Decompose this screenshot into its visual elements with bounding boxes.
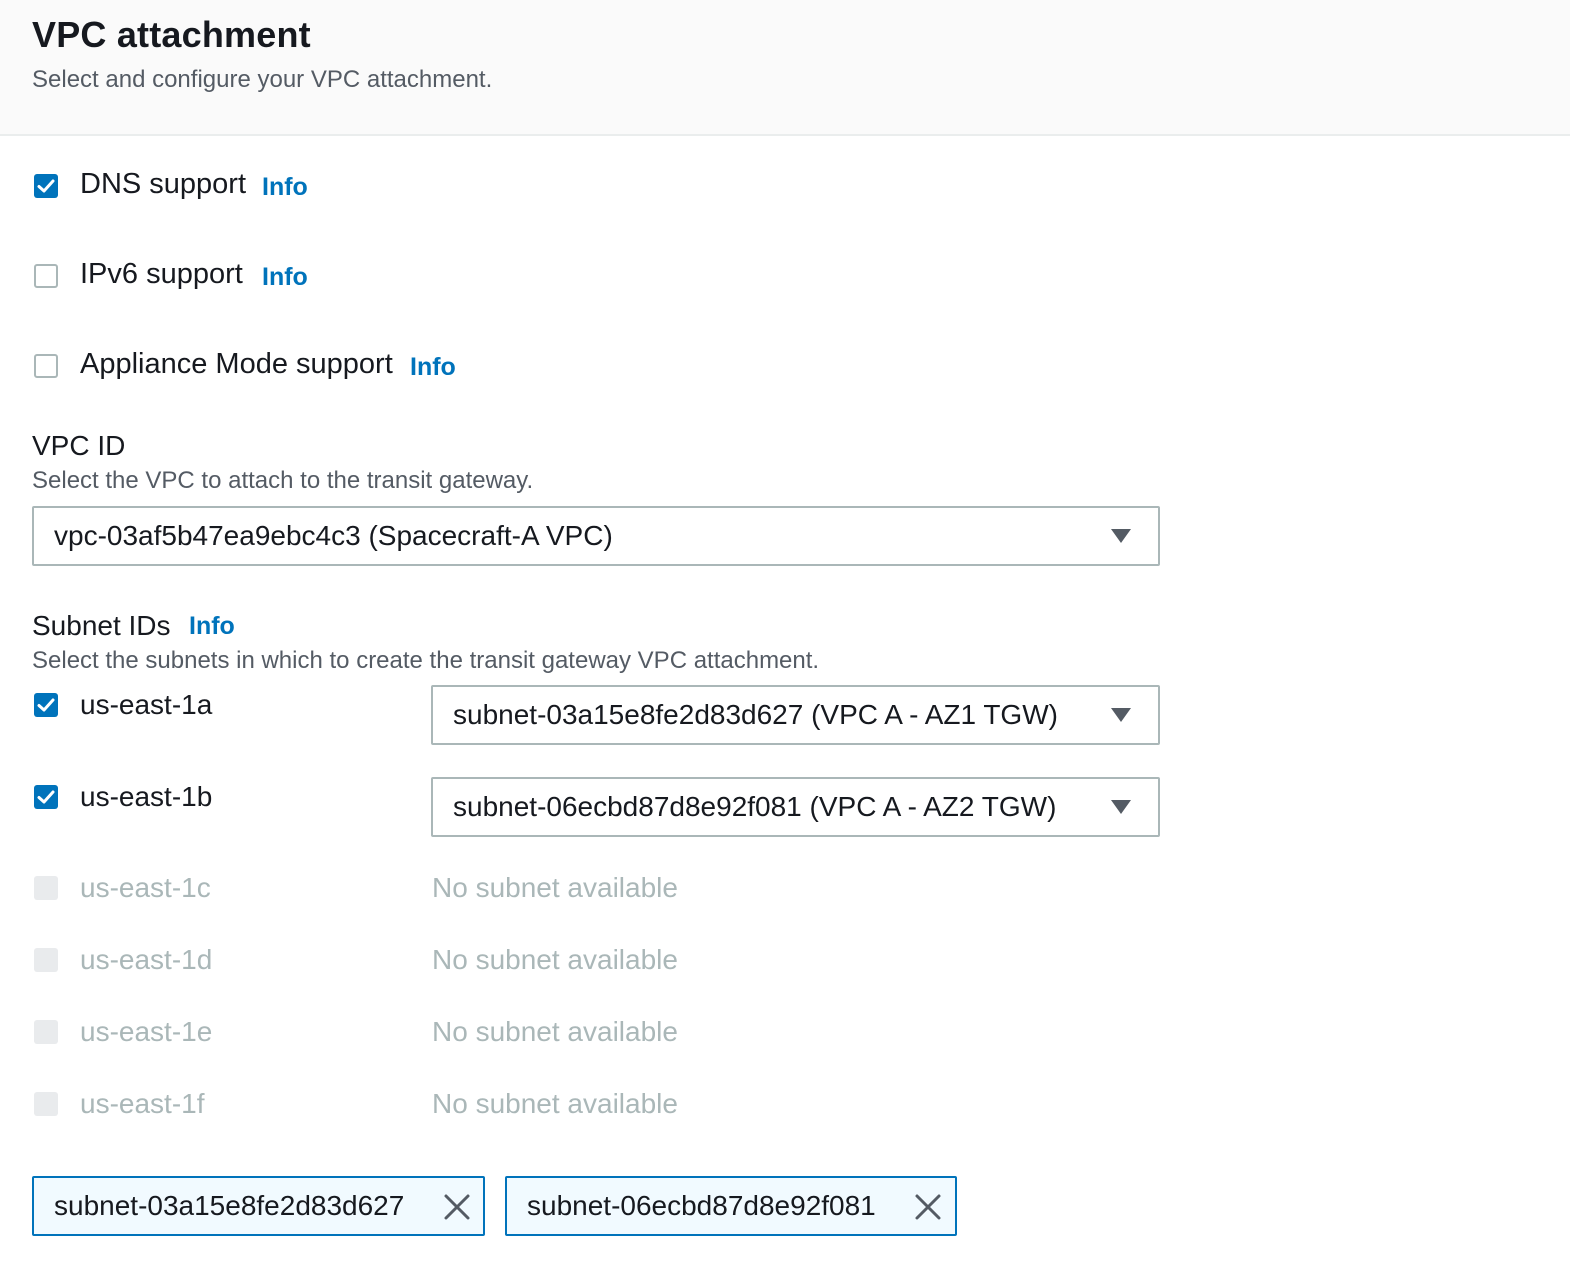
appliance-mode-info-link[interactable]: Info (410, 353, 456, 382)
subnet-select-us-east-1a[interactable]: subnet-03a15e8fe2d83d627 (VPC A - AZ1 TG… (431, 685, 1160, 745)
az-label-us-east-1d: us-east-1d (80, 944, 213, 975)
subnet-ids-description: Select the subnets in which to create th… (32, 647, 820, 674)
az-checkbox-us-east-1f (34, 1092, 58, 1116)
az-label-us-east-1a[interactable]: us-east-1a (80, 689, 212, 721)
vpc-id-select-value: vpc-03af5b47ea9ebc4c3 (Spacecraft-A VPC) (54, 520, 613, 551)
close-icon[interactable] (442, 1192, 472, 1222)
subnet-select-value: subnet-03a15e8fe2d83d627 (VPC A - AZ1 TG… (453, 699, 1058, 730)
subnet-ids-label: Subnet IDs (32, 610, 171, 641)
subnet-ids-info-link[interactable]: Info (189, 612, 235, 641)
no-subnet-text-us-east-1d: No subnet available (432, 944, 678, 975)
no-subnet-text-us-east-1e: No subnet available (432, 1016, 678, 1047)
vpc-id-label: VPC ID (32, 430, 126, 461)
checkmark-icon (37, 698, 55, 712)
appliance-mode-checkbox[interactable] (34, 354, 58, 378)
subnet-select-value: subnet-06ecbd87d8e92f081 (VPC A - AZ2 TG… (453, 791, 1057, 822)
caret-down-icon (1111, 708, 1131, 722)
checkmark-icon (37, 179, 55, 193)
no-subnet-text-us-east-1c: No subnet available (432, 872, 678, 903)
section-header: VPC attachment Select and configure your… (0, 0, 1570, 136)
caret-down-icon (1111, 800, 1131, 814)
az-checkbox-us-east-1a[interactable] (34, 693, 58, 717)
az-label-us-east-1f: us-east-1f (80, 1088, 205, 1119)
vpc-id-description: Select the VPC to attach to the transit … (32, 467, 534, 494)
section-title: VPC attachment (32, 14, 311, 55)
subnet-select-us-east-1b[interactable]: subnet-06ecbd87d8e92f081 (VPC A - AZ2 TG… (431, 777, 1160, 837)
az-checkbox-us-east-1e (34, 1020, 58, 1044)
no-subnet-text-us-east-1f: No subnet available (432, 1088, 678, 1119)
dns-support-label[interactable]: DNS support (80, 168, 246, 201)
dns-support-checkbox[interactable] (34, 174, 58, 198)
az-checkbox-us-east-1b[interactable] (34, 785, 58, 809)
subnet-token-label: subnet-03a15e8fe2d83d627 (54, 1190, 405, 1221)
ipv6-support-checkbox[interactable] (34, 264, 58, 288)
vpc-id-select[interactable]: vpc-03af5b47ea9ebc4c3 (Spacecraft-A VPC) (32, 506, 1160, 566)
az-checkbox-us-east-1d (34, 948, 58, 972)
ipv6-support-label[interactable]: IPv6 support (80, 258, 243, 291)
subnet-token-label: subnet-06ecbd87d8e92f081 (527, 1190, 876, 1221)
caret-down-icon (1111, 529, 1131, 543)
subnet-token: subnet-06ecbd87d8e92f081 (505, 1176, 957, 1236)
appliance-mode-label[interactable]: Appliance Mode support (80, 348, 393, 381)
ipv6-support-info-link[interactable]: Info (262, 263, 308, 292)
close-icon[interactable] (913, 1192, 943, 1222)
az-label-us-east-1b[interactable]: us-east-1b (80, 781, 212, 813)
az-label-us-east-1c: us-east-1c (80, 872, 211, 903)
section-description: Select and configure your VPC attachment… (32, 66, 493, 93)
az-label-us-east-1e: us-east-1e (80, 1016, 213, 1047)
az-checkbox-us-east-1c (34, 876, 58, 900)
subnet-token: subnet-03a15e8fe2d83d627 (32, 1176, 485, 1236)
dns-support-info-link[interactable]: Info (262, 173, 308, 202)
checkmark-icon (37, 790, 55, 804)
